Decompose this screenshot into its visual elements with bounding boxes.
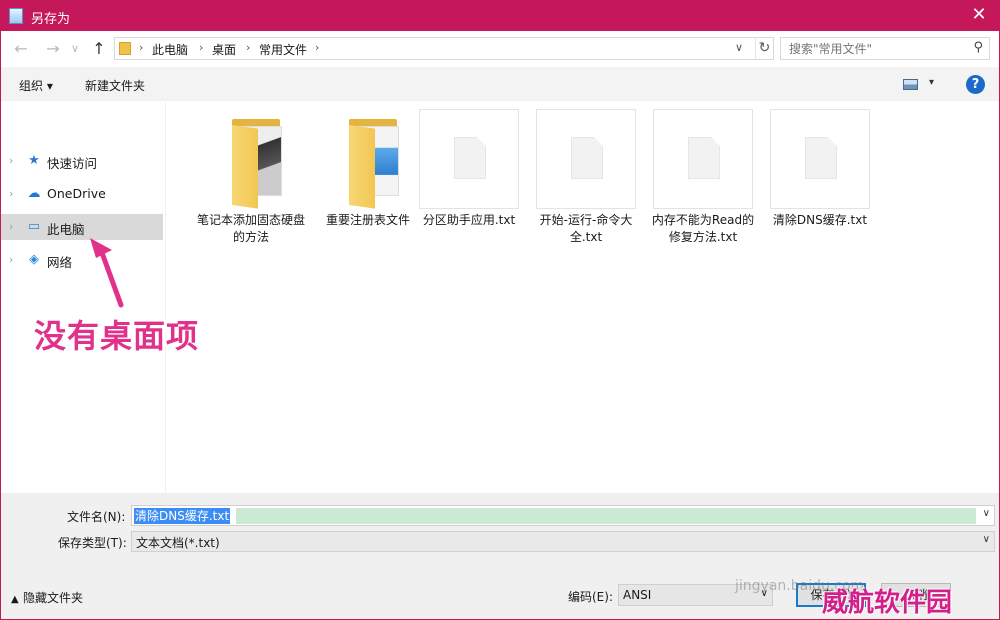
expand-chevron-icon[interactable]: › (9, 187, 13, 200)
chevron-down-icon[interactable]: ∨ (735, 41, 743, 54)
sidebar-item-this-pc[interactable]: › ▭ 此电脑 (1, 214, 163, 240)
folder-icon (119, 42, 131, 55)
breadcrumb-this-pc[interactable]: 此电脑 (152, 41, 188, 58)
expand-chevron-icon[interactable]: › (9, 154, 13, 167)
hide-folders-toggle[interactable]: ▲ 隐藏文件夹 (11, 589, 83, 606)
breadcrumb-common-files[interactable]: 常用文件 (259, 41, 307, 58)
command-bar: 组织 ▾ 新建文件夹 ▾ ? (1, 67, 999, 101)
file-name: 清除DNS缓存.txt (772, 213, 868, 227)
file-name: 内存不能为Read的修复方法.txt (651, 213, 755, 244)
sidebar-item-label: 网络 (47, 255, 73, 270)
organize-menu[interactable]: 组织 ▾ (19, 77, 53, 94)
address-bar[interactable]: › 此电脑 › 桌面 › 常用文件 › ∨ ↻ (114, 37, 774, 60)
chevron-down-icon[interactable]: ∨ (983, 508, 990, 519)
search-icon[interactable]: ⚲ (973, 40, 983, 55)
file-name: 笔记本添加固态硬盘的方法 (196, 213, 305, 244)
file-name: 开始-运行-命令大全.txt (539, 213, 633, 244)
sidebar-item-label: 此电脑 (47, 222, 85, 237)
up-arrow-icon[interactable]: ↑ (89, 39, 109, 59)
annotation-text: 没有桌面项 (34, 317, 200, 355)
network-icon: ◈ (29, 252, 39, 267)
view-dropdown-icon[interactable]: ▾ (929, 77, 934, 88)
file-list: 笔记本添加固态硬盘的方法 重要注册表文件 分区助手应用.txt 开始-运行-命令… (167, 102, 999, 493)
encoding-value: ANSI (623, 588, 652, 602)
help-icon[interactable]: ? (966, 75, 985, 94)
navigation-bar: ← → ∨ ↑ › 此电脑 › 桌面 › 常用文件 › ∨ ↻ ⚲ (1, 31, 999, 67)
chevron-right-icon[interactable]: › (315, 41, 319, 54)
filetype-value: 文本文档(*.txt) (136, 536, 220, 550)
star-icon: ★ (28, 153, 40, 168)
navigation-pane: › ★ 快速访问 › ☁ OneDrive › ▭ 此电脑 › ◈ 网络 (1, 102, 166, 493)
encoding-label: 编码(E): (568, 590, 613, 604)
chevron-right-icon[interactable]: › (246, 41, 250, 54)
cloud-icon: ☁ (27, 186, 41, 201)
notepad-app-icon (9, 8, 23, 24)
chevron-right-icon[interactable]: › (139, 41, 143, 54)
folder-item[interactable]: 笔记本添加固态硬盘的方法 (195, 109, 307, 259)
view-options-icon[interactable] (903, 79, 918, 90)
filename-field[interactable]: 清除DNS缓存.txt ∨ (131, 505, 995, 526)
new-folder-button[interactable]: 新建文件夹 (85, 77, 145, 94)
computer-icon: ▭ (27, 219, 41, 234)
chevron-up-icon: ▲ (11, 594, 19, 605)
filename-label: 文件名(N): (67, 510, 126, 524)
title-bar: 另存为 ✕ (0, 0, 1000, 31)
filetype-select[interactable]: 文本文档(*.txt) ∨ (131, 531, 995, 552)
txt-file-item[interactable]: 开始-运行-命令大全.txt (530, 109, 642, 259)
search-box[interactable]: ⚲ (780, 37, 990, 60)
chevron-right-icon[interactable]: › (199, 41, 203, 54)
close-icon[interactable]: ✕ (968, 4, 990, 26)
expand-chevron-icon[interactable]: › (9, 253, 13, 266)
folder-icon (318, 109, 418, 209)
expand-chevron-icon[interactable]: › (9, 220, 13, 233)
text-document-icon (770, 109, 870, 209)
filename-highlight (236, 508, 976, 524)
filename-value[interactable]: 清除DNS缓存.txt (134, 508, 231, 524)
search-input[interactable] (781, 38, 961, 59)
file-name: 分区助手应用.txt (422, 213, 516, 227)
sidebar-item-network[interactable]: › ◈ 网络 (1, 247, 163, 273)
text-document-icon (536, 109, 636, 209)
back-arrow-icon[interactable]: ← (11, 39, 31, 59)
folder-item[interactable]: 重要注册表文件 (312, 109, 424, 259)
file-name: 重要注册表文件 (325, 213, 410, 227)
recent-locations-icon[interactable]: ∨ (65, 39, 85, 59)
sidebar-item-quick-access[interactable]: › ★ 快速访问 (1, 148, 163, 174)
sidebar-item-label: 快速访问 (47, 156, 98, 171)
hide-folders-label: 隐藏文件夹 (23, 591, 84, 605)
forward-arrow-icon[interactable]: → (43, 39, 63, 59)
window-title: 另存为 (31, 12, 71, 27)
refresh-icon[interactable]: ↻ (755, 38, 773, 59)
filetype-label: 保存类型(T): (58, 536, 127, 550)
chevron-down-icon[interactable]: ∨ (983, 534, 990, 545)
text-document-icon (419, 109, 519, 209)
txt-file-item[interactable]: 清除DNS缓存.txt (764, 109, 876, 259)
txt-file-item[interactable]: 内存不能为Read的修复方法.txt (647, 109, 759, 259)
folder-icon (201, 109, 301, 209)
text-document-icon (653, 109, 753, 209)
breadcrumb-desktop[interactable]: 桌面 (212, 41, 236, 58)
sidebar-item-onedrive[interactable]: › ☁ OneDrive (1, 181, 163, 207)
sidebar-item-label: OneDrive (47, 186, 106, 201)
watermark-brand: 威航软件园 (822, 588, 953, 618)
txt-file-item[interactable]: 分区助手应用.txt (413, 109, 525, 259)
